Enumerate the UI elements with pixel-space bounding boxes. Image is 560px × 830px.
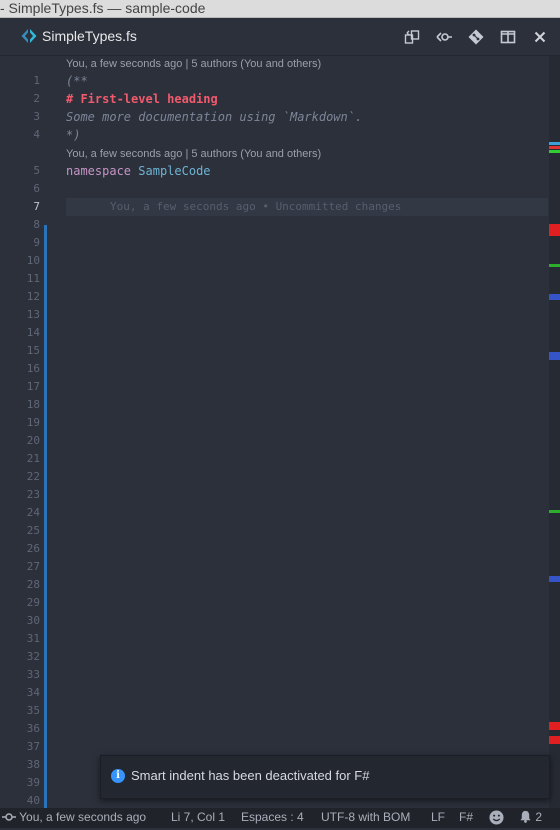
split-editor-button[interactable] bbox=[498, 27, 518, 47]
line-number: 39 bbox=[26, 776, 40, 789]
line-number: 8 bbox=[33, 218, 40, 231]
tab-label: SimpleTypes.fs bbox=[42, 28, 137, 44]
line-number: 12 bbox=[26, 290, 40, 303]
line-number: 3 bbox=[33, 110, 40, 123]
notification-count: 2 bbox=[535, 810, 543, 824]
editor-tab-bar: SimpleTypes.fs bbox=[0, 18, 560, 56]
line-number: 7 bbox=[33, 200, 40, 213]
line-number: 28 bbox=[26, 578, 40, 591]
line-number: 40 bbox=[26, 794, 40, 807]
split-compare-icon bbox=[404, 30, 420, 44]
code-line-2: # First-level heading bbox=[66, 92, 218, 106]
ruler-mark bbox=[549, 352, 560, 360]
close-editor-button[interactable] bbox=[530, 27, 550, 47]
line-number: 31 bbox=[26, 632, 40, 645]
line-number: 4 bbox=[33, 128, 40, 141]
line-number: 26 bbox=[26, 542, 40, 555]
ruler-mark bbox=[549, 142, 560, 145]
line-number: 21 bbox=[26, 452, 40, 465]
code-line-5: namespace SampleCode bbox=[66, 162, 211, 180]
line-number: 23 bbox=[26, 488, 40, 501]
ruler-mark bbox=[549, 224, 560, 236]
code-line-4: *) bbox=[66, 128, 81, 142]
line-number-gutter: 1 2 3 4 5 6 7 8 9 10 11 12 13 14 15 16 17 18 19 20 21 22 23 24 2… bbox=[0, 56, 44, 808]
fsharp-file-icon bbox=[21, 29, 37, 43]
line-number: 16 bbox=[26, 362, 40, 375]
status-notifications[interactable]: 2 bbox=[519, 808, 542, 826]
line-number: 32 bbox=[26, 650, 40, 663]
ruler-mark bbox=[549, 150, 560, 153]
codelens-authors[interactable]: You, a few seconds ago | 5 authors (You … bbox=[66, 57, 321, 71]
notification-toast[interactable]: i Smart indent has been deactivated for … bbox=[100, 755, 550, 799]
namespace-keyword: namespace bbox=[66, 164, 132, 178]
code-line-3: Some more documentation using `Markdown`… bbox=[66, 110, 363, 124]
smiley-icon bbox=[489, 810, 504, 825]
line-number: 17 bbox=[26, 380, 40, 393]
line-number: 1 bbox=[33, 74, 40, 87]
line-number: 38 bbox=[26, 758, 40, 771]
window-title: - SimpleTypes.fs — sample-code bbox=[0, 0, 206, 16]
inline-blame-annotation: You, a few seconds ago • Uncommitted cha… bbox=[110, 200, 402, 213]
line-number: 9 bbox=[33, 236, 40, 249]
line-number: 34 bbox=[26, 686, 40, 699]
ruler-mark bbox=[549, 510, 560, 513]
ruler-mark bbox=[549, 264, 560, 267]
line-number: 20 bbox=[26, 434, 40, 447]
line-number: 33 bbox=[26, 668, 40, 681]
line-number: 14 bbox=[26, 326, 40, 339]
ruler-mark bbox=[549, 294, 560, 300]
code-editor[interactable]: 1 2 3 4 5 6 7 8 9 10 11 12 13 14 15 16 17 18 19 20 21 22 23 24 2… bbox=[0, 56, 560, 808]
line-number: 29 bbox=[26, 596, 40, 609]
git-compare-button[interactable] bbox=[466, 27, 486, 47]
code-line-1: (** bbox=[66, 74, 88, 88]
line-number: 30 bbox=[26, 614, 40, 627]
ruler-mark bbox=[549, 722, 560, 730]
status-bar: You, a few seconds ago Li 7, Col 1 Espac… bbox=[0, 808, 560, 828]
status-encoding[interactable]: UTF-8 with BOM bbox=[321, 808, 410, 826]
split-editor-icon bbox=[500, 30, 516, 44]
git-commit-icon bbox=[2, 813, 16, 821]
open-changes-button[interactable] bbox=[434, 27, 454, 47]
open-changes-icon bbox=[436, 32, 452, 42]
feedback-button[interactable] bbox=[489, 810, 504, 830]
status-indentation[interactable]: Espaces : 4 bbox=[241, 808, 304, 826]
line-number: 25 bbox=[26, 524, 40, 537]
line-number: 18 bbox=[26, 398, 40, 411]
status-cursor-position[interactable]: Li 7, Col 1 bbox=[171, 808, 225, 826]
line-number: 6 bbox=[33, 182, 40, 195]
line-number: 11 bbox=[26, 272, 40, 285]
tab-simpletypes-fs[interactable]: SimpleTypes.fs bbox=[0, 18, 150, 55]
close-icon bbox=[534, 31, 546, 43]
notification-message: Smart indent has been deactivated for F# bbox=[131, 768, 370, 783]
line-number: 37 bbox=[26, 740, 40, 753]
line-number: 24 bbox=[26, 506, 40, 519]
line-number: 10 bbox=[26, 254, 40, 267]
ruler-mark bbox=[549, 146, 560, 149]
line-number: 19 bbox=[26, 416, 40, 429]
line-number: 35 bbox=[26, 704, 40, 717]
line-number: 5 bbox=[33, 164, 40, 177]
codelens-authors-2[interactable]: You, a few seconds ago | 5 authors (You … bbox=[66, 147, 321, 161]
line-number: 15 bbox=[26, 344, 40, 357]
ruler-mark bbox=[549, 576, 560, 582]
status-blame-text: You, a few seconds ago bbox=[19, 810, 147, 824]
status-language-mode[interactable]: F# bbox=[459, 808, 473, 826]
split-compare-button[interactable] bbox=[402, 27, 422, 47]
status-git-blame[interactable]: You, a few seconds ago bbox=[2, 808, 146, 826]
info-icon: i bbox=[111, 769, 125, 783]
ruler-mark bbox=[549, 736, 560, 744]
git-modified-indicator bbox=[44, 225, 47, 808]
line-number: 27 bbox=[26, 560, 40, 573]
line-number: 22 bbox=[26, 470, 40, 483]
line-number: 2 bbox=[33, 92, 40, 105]
namespace-identifier: SampleCode bbox=[138, 164, 211, 178]
bell-icon bbox=[520, 810, 531, 823]
overview-ruler[interactable] bbox=[549, 56, 560, 808]
window-titlebar: - SimpleTypes.fs — sample-code bbox=[0, 0, 560, 18]
line-number: 13 bbox=[26, 308, 40, 321]
status-eol[interactable]: LF bbox=[431, 808, 445, 826]
git-compare-icon bbox=[468, 29, 484, 45]
line-number: 36 bbox=[26, 722, 40, 735]
